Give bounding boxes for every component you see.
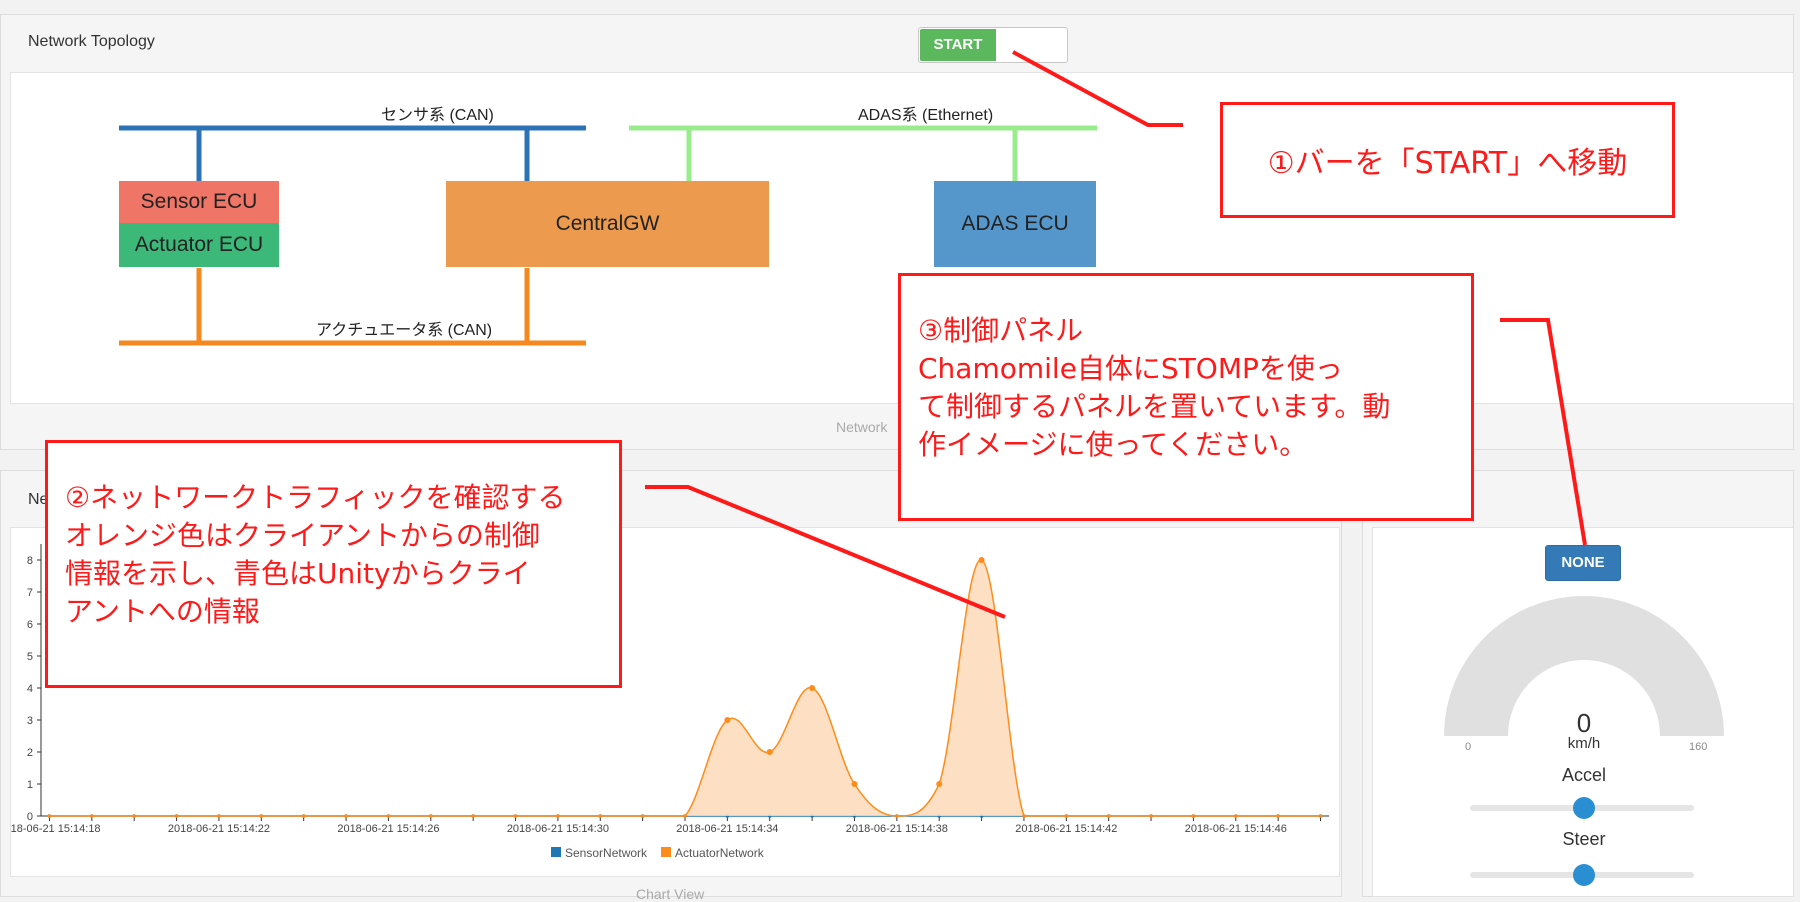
callout-traffic-line1: ②ネットワークトラフィックを確認する bbox=[65, 481, 566, 514]
data-point bbox=[766, 749, 773, 755]
y-tick-label: 0 bbox=[27, 811, 33, 823]
data-point bbox=[47, 814, 52, 818]
data-point bbox=[1106, 814, 1111, 818]
data-point bbox=[978, 557, 985, 563]
x-tick-label: 2018-06-21 15:14:42 bbox=[1015, 823, 1117, 835]
data-point bbox=[640, 814, 645, 818]
data-point bbox=[132, 814, 137, 818]
x-tick-label: 2018-06-21 15:14:34 bbox=[676, 823, 778, 835]
data-point bbox=[809, 685, 816, 691]
adas-bus-label: ADAS系 (Ethernet) bbox=[858, 107, 994, 124]
callout-control-panel: ③制御パネル Chamomile自体にSTOMPを使っ て制御するパネルを置いて… bbox=[898, 273, 1474, 521]
gauge-unit: km/h bbox=[1567, 735, 1601, 752]
callout-traffic-line2: オレンジ色はクライアントからの制御 bbox=[65, 519, 540, 552]
data-point bbox=[174, 814, 179, 818]
sensor-bus-label: センサ系 (CAN) bbox=[381, 107, 494, 124]
y-tick-label: 6 bbox=[27, 619, 33, 631]
legend-sensor-label: SensorNetwork bbox=[565, 846, 648, 860]
steer-slider-knob[interactable] bbox=[1573, 864, 1595, 886]
x-tick-label: 2018-06-21 15:14:26 bbox=[337, 823, 439, 835]
data-point bbox=[1233, 814, 1238, 818]
sensor-ecu: Sensor ECU bbox=[119, 181, 279, 223]
x-tick-label: 2018-06-21 15:14:38 bbox=[846, 823, 948, 835]
callout-control-line3: て制御するパネルを置いています。動 bbox=[918, 390, 1391, 423]
gauge-max: 160 bbox=[1689, 741, 1708, 753]
start-toggle-label: START bbox=[920, 29, 996, 61]
data-point bbox=[301, 814, 306, 818]
x-tick-label: 2018-06-21 15:14:30 bbox=[507, 823, 609, 835]
data-point bbox=[683, 814, 687, 818]
data-point bbox=[1064, 814, 1069, 818]
data-point bbox=[259, 814, 264, 818]
legend-sensor-swatch bbox=[551, 847, 561, 857]
data-point bbox=[386, 814, 391, 818]
data-point bbox=[471, 814, 475, 818]
callout-traffic-explanation: ②ネットワークトラフィックを確認する オレンジ色はクライアントからの制御 情報を… bbox=[45, 440, 622, 688]
x-tick-label: 2018-06-21 15:14:46 bbox=[1185, 823, 1287, 835]
callout-traffic-line3: 情報を示し、青色はUnityからクライ bbox=[65, 557, 531, 590]
data-point bbox=[90, 814, 94, 818]
x-tick-label: 2018-06-21 15:14:22 bbox=[168, 823, 270, 835]
y-tick-label: 8 bbox=[27, 555, 33, 567]
steer-label: Steer bbox=[1562, 829, 1606, 849]
data-point bbox=[1318, 814, 1323, 818]
callout-start-text: ①バーを「START」へ移動 bbox=[1267, 146, 1628, 181]
accel-slider-knob[interactable] bbox=[1573, 797, 1595, 819]
data-point bbox=[513, 814, 518, 818]
callout-start-instruction: ①バーを「START」へ移動 bbox=[1220, 102, 1675, 218]
data-point bbox=[428, 814, 433, 818]
y-tick-label: 1 bbox=[27, 779, 33, 791]
y-tick-label: 3 bbox=[27, 715, 33, 727]
legend-sensor[interactable]: SensorNetwork bbox=[551, 846, 647, 860]
data-point bbox=[1276, 814, 1280, 818]
chart-legend: SensorNetwork ActuatorNetwork bbox=[551, 846, 764, 860]
legend-actuator[interactable]: ActuatorNetwork bbox=[661, 846, 764, 860]
topology-footer: Network bbox=[836, 419, 888, 435]
data-point bbox=[1149, 814, 1153, 818]
data-point bbox=[936, 781, 943, 787]
legend-actuator-swatch bbox=[661, 847, 672, 857]
data-point bbox=[851, 781, 858, 787]
data-point bbox=[217, 814, 221, 818]
legend-actuator-label: ActuatorNetwork bbox=[675, 846, 764, 860]
mode-none-button[interactable]: NONE bbox=[1545, 545, 1621, 581]
callout-control-line4: 作イメージに使ってください。 bbox=[918, 428, 1308, 461]
actuator-ecu: Actuator ECU bbox=[119, 223, 279, 267]
data-point bbox=[556, 814, 560, 818]
callout-control-line2: Chamomile自体にSTOMPを使っ bbox=[918, 352, 1343, 385]
topology-title: Network Topology bbox=[28, 33, 155, 50]
y-tick-label: 2 bbox=[27, 747, 33, 759]
data-point bbox=[895, 814, 899, 818]
y-tick-label: 4 bbox=[27, 683, 33, 695]
actuator-bus-label: アクチュエータ系 (CAN) bbox=[316, 322, 493, 339]
data-point bbox=[1191, 814, 1196, 818]
callout-control-line1: ③制御パネル bbox=[918, 314, 1084, 347]
y-tick-label: 7 bbox=[27, 587, 33, 599]
data-point bbox=[598, 814, 603, 818]
x-tick-label: 2018-06-21 15:14:18 bbox=[11, 823, 101, 835]
accel-label: Accel bbox=[1561, 765, 1606, 785]
callout-traffic-line4: アントへの情報 bbox=[65, 595, 260, 628]
adas-ecu: ADAS ECU bbox=[934, 181, 1096, 267]
data-point bbox=[724, 717, 731, 723]
data-point bbox=[344, 814, 348, 818]
central-gw-ecu: CentralGW bbox=[446, 181, 769, 267]
gauge-min: 0 bbox=[1465, 741, 1472, 753]
traffic-footer: Chart View bbox=[636, 886, 705, 902]
start-toggle-switch[interactable]: START bbox=[918, 27, 1068, 63]
data-point bbox=[1022, 814, 1026, 818]
y-tick-label: 5 bbox=[27, 651, 33, 663]
